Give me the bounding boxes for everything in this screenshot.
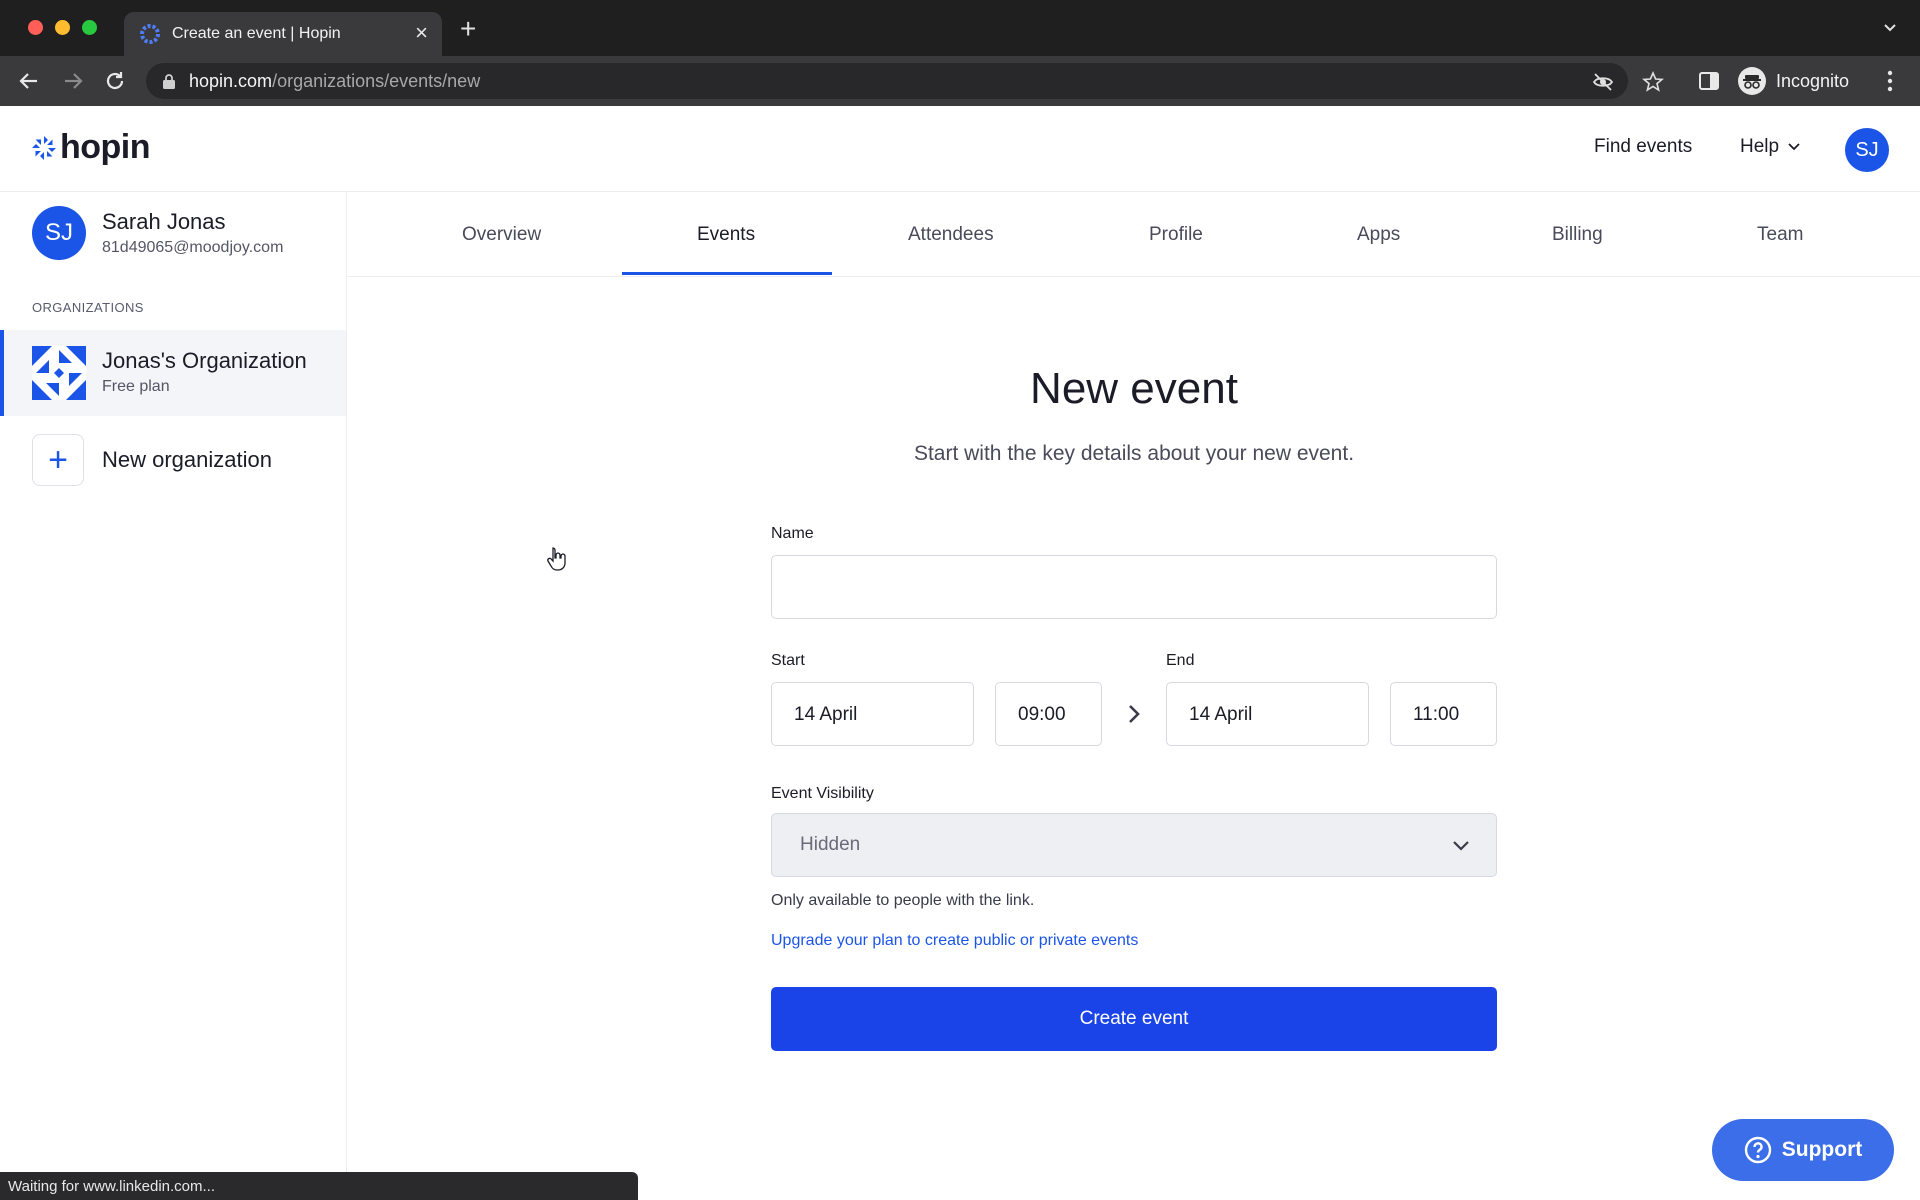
tab-search-chevron-icon[interactable] [1882,20,1898,36]
page-subtitle: Start with the key details about your ne… [913,442,1355,465]
organization-name: Jonas's Organization [102,348,307,373]
visibility-hint: Only available to people with the link. [771,892,1035,909]
sidebar: SJ Sarah Jonas 81d49065@moodjoy.com ORGA… [0,192,347,1200]
browser-toolbar: hopin.com/organizations/events/new Incog… [0,56,1920,106]
incognito-icon [1738,67,1766,95]
new-organization-button[interactable]: + New organization [32,434,272,486]
tab-profile[interactable]: Profile [1149,224,1203,246]
chevron-down-icon [1453,841,1469,851]
hopin-logo-icon [32,135,56,160]
browser-tab[interactable]: Create an event | Hopin × [124,12,442,56]
end-date-value: 14 April [1189,704,1253,725]
event-name-input[interactable] [771,555,1497,619]
start-time-input[interactable]: 09:00 [995,682,1102,746]
end-label: End [1166,652,1195,669]
hopin-logo[interactable]: hopin [30,128,151,167]
user-avatar-button[interactable]: SJ [1845,128,1889,172]
support-label: Support [1781,1138,1863,1161]
browser-menu-icon[interactable] [1880,68,1900,94]
user-profile: SJ Sarah Jonas 81d49065@moodjoy.com [32,206,283,260]
start-date-value: 14 April [794,704,858,725]
hand-cursor-icon [547,547,566,571]
create-event-button[interactable]: Create event [771,987,1497,1051]
window-minimize-button[interactable] [55,20,70,35]
address-bar[interactable]: hopin.com/organizations/events/new [146,63,1664,99]
plus-icon: + [32,434,84,486]
event-visibility-value: Hidden [800,834,861,855]
chevron-right-icon [1129,705,1140,723]
browser-tab-strip: Create an event | Hopin × + [0,0,1920,56]
avatar: SJ [32,206,86,260]
start-date-input[interactable]: 14 April [771,682,974,746]
start-label: Start [771,652,805,669]
new-organization-label: New organization [102,447,272,472]
app-header: hopin Find events Help SJ [0,106,1920,192]
organization-plan: Free plan [102,378,170,395]
start-time-value: 09:00 [1018,704,1066,725]
organization-tabs: Overview Events Attendees Profile Apps B… [348,192,1920,277]
page-title: New event [1030,364,1238,413]
help-menu[interactable]: Help [1740,136,1801,158]
browser-status-bar: Waiting for www.linkedin.com... [0,1172,638,1200]
window-close-button[interactable] [28,20,43,35]
organization-logo-icon [32,346,86,400]
forward-arrow-icon[interactable] [60,68,86,94]
name-label: Name [771,525,814,542]
user-email: 81d49065@moodjoy.com [102,239,284,256]
hopin-favicon-icon [140,24,160,44]
incognito-label: Incognito [1776,70,1850,91]
bookmark-star-icon[interactable] [1642,71,1664,93]
lock-icon[interactable] [162,73,176,89]
back-arrow-icon[interactable] [16,68,42,94]
sidebar-item-organization[interactable]: Jonas's Organization Free plan [0,330,346,416]
tab-attendees[interactable]: Attendees [908,224,994,246]
tab-billing[interactable]: Billing [1552,224,1603,246]
reload-icon[interactable] [102,68,128,94]
new-tab-icon[interactable]: + [460,15,476,43]
window-maximize-button[interactable] [82,20,97,35]
event-visibility-label: Event Visibility [771,785,874,802]
tab-overview[interactable]: Overview [462,224,541,246]
event-visibility-select[interactable]: Hidden [771,813,1497,877]
logo-text: hopin [60,128,151,166]
find-events-link[interactable]: Find events [1594,136,1692,158]
active-tab-indicator [622,272,832,275]
end-time-value: 11:00 [1413,704,1460,725]
url-text[interactable]: hopin.com/organizations/events/new [189,71,480,92]
tab-close-icon[interactable]: × [415,20,428,46]
organizations-section-label: ORGANIZATIONS [32,300,144,315]
support-button[interactable]: Support [1712,1119,1894,1181]
upgrade-plan-link[interactable]: Upgrade your plan to create public or pr… [771,932,1138,950]
question-circle-icon [1744,1136,1771,1164]
user-name: Sarah Jonas [102,209,226,234]
chevron-down-icon [1788,143,1800,151]
tab-events[interactable]: Events [697,224,755,246]
end-date-input[interactable]: 14 April [1166,682,1369,746]
help-label: Help [1740,136,1780,157]
incognito-profile-button[interactable]: Incognito [1738,63,1849,99]
tracking-protection-eye-icon[interactable] [1592,71,1614,93]
side-panel-icon[interactable] [1698,70,1720,92]
tab-apps[interactable]: Apps [1357,224,1400,246]
end-time-input[interactable]: 11:00 [1390,682,1497,746]
tab-title: Create an event | Hopin [172,25,341,42]
tab-team[interactable]: Team [1757,224,1803,246]
